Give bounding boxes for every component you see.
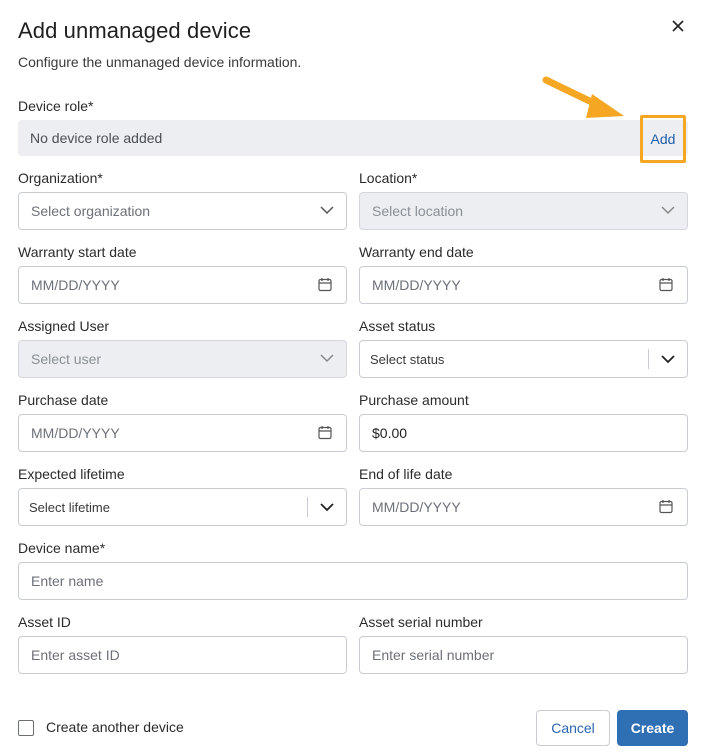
- add-device-role-link[interactable]: Add: [640, 115, 686, 163]
- create-another-label: Create another device: [46, 719, 184, 735]
- dialog-title: Add unmanaged device: [18, 18, 252, 43]
- serial-number-input[interactable]: Enter serial number: [359, 636, 688, 674]
- warranty-end-input[interactable]: MM/DD/YYYY: [359, 266, 688, 304]
- purchase-amount-value: $0.00: [372, 425, 408, 441]
- organization-label: Organization*: [18, 170, 103, 186]
- device-name-placeholder: Enter name: [31, 573, 104, 589]
- end-of-life-placeholder: MM/DD/YYYY: [372, 499, 461, 515]
- expected-lifetime-select[interactable]: Select lifetime: [18, 488, 347, 526]
- create-another-checkbox[interactable]: [18, 720, 34, 736]
- chevron-down-icon: [320, 206, 334, 215]
- warranty-end-placeholder: MM/DD/YYYY: [372, 277, 461, 293]
- end-of-life-label: End of life date: [359, 466, 453, 482]
- expected-lifetime-placeholder: Select lifetime: [29, 499, 110, 515]
- assigned-user-placeholder: Select user: [31, 351, 102, 367]
- create-button[interactable]: Create: [617, 710, 688, 746]
- device-name-label: Device name*: [18, 540, 106, 556]
- location-select: Select location: [359, 192, 688, 230]
- purchase-amount-input[interactable]: $0.00: [359, 414, 688, 452]
- select-separator: [307, 497, 308, 517]
- device-role-empty-text: No device role added: [30, 130, 163, 146]
- location-label: Location*: [359, 170, 418, 186]
- close-button[interactable]: [666, 14, 690, 38]
- assigned-user-label: Assigned User: [18, 318, 110, 334]
- chevron-down-icon: [320, 354, 334, 363]
- end-of-life-input[interactable]: MM/DD/YYYY: [359, 488, 688, 526]
- annotation-arrow-icon: [542, 76, 624, 118]
- organization-select[interactable]: Select organization: [18, 192, 347, 230]
- device-name-input[interactable]: Enter name: [18, 562, 688, 600]
- calendar-icon[interactable]: [318, 425, 332, 440]
- calendar-icon[interactable]: [659, 277, 673, 292]
- purchase-amount-label: Purchase amount: [359, 392, 469, 408]
- purchase-date-placeholder: MM/DD/YYYY: [31, 425, 120, 441]
- location-placeholder: Select location: [372, 203, 464, 219]
- assigned-user-select: Select user: [18, 340, 347, 378]
- device-role-label: Device role*: [18, 98, 94, 114]
- expected-lifetime-label: Expected lifetime: [18, 466, 125, 482]
- chevron-down-icon[interactable]: [320, 503, 334, 512]
- warranty-end-label: Warranty end date: [359, 244, 474, 260]
- select-separator: [648, 349, 649, 369]
- purchase-date-label: Purchase date: [18, 392, 109, 408]
- serial-number-label: Asset serial number: [359, 614, 483, 630]
- chevron-down-icon[interactable]: [661, 355, 675, 364]
- warranty-start-placeholder: MM/DD/YYYY: [31, 277, 120, 293]
- chevron-down-icon: [661, 206, 675, 215]
- close-icon: [672, 20, 684, 32]
- asset-status-placeholder: Select status: [370, 351, 445, 367]
- asset-id-label: Asset ID: [18, 614, 71, 630]
- asset-status-select[interactable]: Select status: [359, 340, 688, 378]
- asset-id-input[interactable]: Enter asset ID: [18, 636, 347, 674]
- device-role-bar: No device role added: [18, 120, 688, 156]
- serial-number-placeholder: Enter serial number: [372, 647, 495, 663]
- dialog-subtitle: Configure the unmanaged device informati…: [18, 54, 302, 70]
- calendar-icon[interactable]: [318, 277, 332, 292]
- add-unmanaged-device-dialog: Add unmanaged device Configure the unman…: [0, 0, 704, 756]
- cancel-button[interactable]: Cancel: [536, 710, 610, 746]
- warranty-start-input[interactable]: MM/DD/YYYY: [18, 266, 347, 304]
- purchase-date-input[interactable]: MM/DD/YYYY: [18, 414, 347, 452]
- organization-placeholder: Select organization: [31, 203, 151, 219]
- asset-id-placeholder: Enter asset ID: [31, 647, 120, 663]
- warranty-start-label: Warranty start date: [18, 244, 137, 260]
- calendar-icon[interactable]: [659, 499, 673, 514]
- asset-status-label: Asset status: [359, 318, 436, 334]
